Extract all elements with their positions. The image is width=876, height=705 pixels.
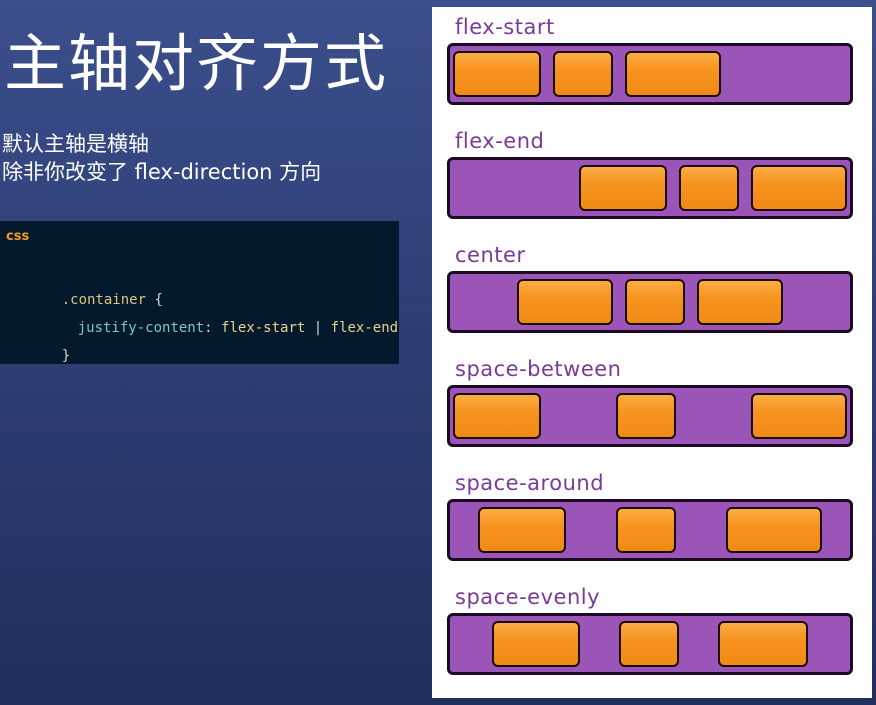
code-line-close: } <box>28 329 70 364</box>
flex-item-space-around-2 <box>616 507 676 553</box>
code-colon: : <box>204 320 213 336</box>
code-language-label: css <box>6 229 30 244</box>
justify-content-diagram: flex-start flex-end center space-between spa… <box>432 7 872 698</box>
subtitle-line-1: 默认主轴是横轴 <box>2 132 149 156</box>
code-close-brace: } <box>61 348 71 364</box>
flex-item-flex-start-1 <box>453 51 541 97</box>
flex-item-space-evenly-3 <box>718 621 808 667</box>
slide-title: 主轴对齐方式 <box>4 27 389 100</box>
flex-item-center-1 <box>517 279 613 325</box>
flex-container-space-between <box>447 385 853 447</box>
row-label-space-between: space-between <box>455 357 622 381</box>
flex-item-center-3 <box>697 279 783 325</box>
code-value-2: flex-end <box>330 320 399 336</box>
flex-item-flex-start-3 <box>625 51 721 97</box>
flex-container-space-evenly <box>447 613 853 675</box>
flex-item-space-around-3 <box>726 507 822 553</box>
flex-item-space-between-1 <box>453 393 541 439</box>
flex-container-flex-end <box>447 157 853 219</box>
flex-item-flex-end-1 <box>579 165 667 211</box>
flex-item-space-between-2 <box>616 393 676 439</box>
code-line-property: justify-content: flex-start | flex-end | <box>44 301 399 355</box>
flex-container-space-around <box>447 499 853 561</box>
flex-item-flex-end-2 <box>679 165 739 211</box>
code-value-1: flex-start <box>221 320 306 336</box>
flex-item-center-2 <box>625 279 685 325</box>
code-separator-1: | <box>313 320 323 336</box>
flex-item-flex-end-3 <box>751 165 847 211</box>
row-label-flex-end: flex-end <box>455 129 545 153</box>
flex-container-flex-start <box>447 43 853 105</box>
code-panel: css .container { justify-content: flex-s… <box>0 221 399 364</box>
row-label-center: center <box>455 243 526 267</box>
row-label-flex-start: flex-start <box>455 15 555 39</box>
slide-subtitle: 默认主轴是横轴 除非你改变了 flex-direction 方向 <box>2 130 321 186</box>
flex-item-space-evenly-2 <box>619 621 679 667</box>
flex-container-center <box>447 271 853 333</box>
flex-item-space-evenly-1 <box>492 621 580 667</box>
row-label-space-around: space-around <box>455 471 605 495</box>
row-label-space-evenly: space-evenly <box>455 585 601 609</box>
code-property: justify-content <box>77 320 205 336</box>
flex-item-space-between-3 <box>751 393 847 439</box>
flex-item-space-around-1 <box>478 507 566 553</box>
flex-item-flex-start-2 <box>553 51 613 97</box>
subtitle-line-2: 除非你改变了 flex-direction 方向 <box>2 160 322 184</box>
